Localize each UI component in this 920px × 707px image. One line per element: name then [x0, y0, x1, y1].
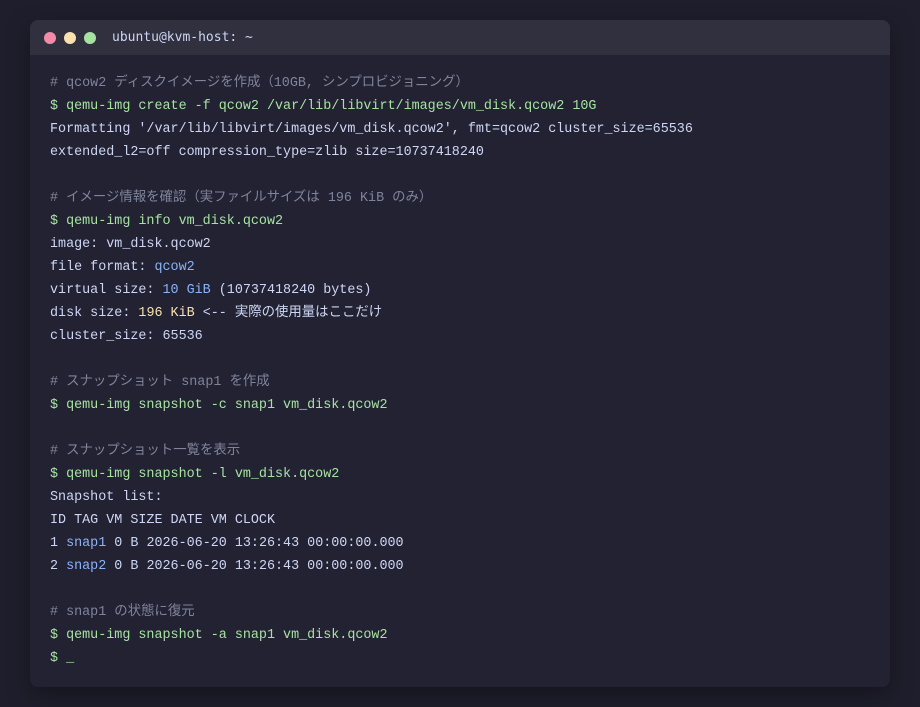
snapshot-details: 0 B 2026-06-20 13:26:43 00:00:00.000	[106, 536, 404, 551]
output-line: image: vm_disk.qcow2	[50, 237, 211, 252]
snapshot-id: 1	[50, 536, 67, 551]
terminal-output[interactable]: # qcow2 ディスクイメージを作成（10GB, シンプロビジョニング） $ …	[30, 55, 890, 670]
maximize-window-button[interactable]	[84, 31, 96, 44]
output-line: virtual size: 10 GiB (10737418240 bytes)	[50, 279, 870, 302]
snapshot-row: 1 snap1 0 B 2026-06-20 13:26:43 00:00:00…	[50, 532, 870, 555]
command-line: $ qemu-img snapshot -l vm_disk.qcow2	[50, 467, 340, 482]
disk-size-value: 196 KiB	[138, 306, 195, 321]
command-line: $ qemu-img create -f qcow2 /var/lib/libv…	[50, 99, 597, 114]
terminal-window: ubuntu@kvm-host: ~ # qcow2 ディスクイメージを作成（1…	[30, 20, 890, 687]
comment-line: # snap1 の状態に復元	[50, 605, 195, 620]
snapshot-row: 2 snap2 0 B 2026-06-20 13:26:43 00:00:00…	[50, 555, 870, 578]
prompt-cursor-line[interactable]: $ _	[50, 647, 870, 670]
output-line: ID TAG VM SIZE DATE VM CLOCK	[50, 513, 275, 528]
comment-line: # スナップショット snap1 を作成	[50, 375, 270, 390]
close-window-button[interactable]	[44, 31, 56, 44]
output-text: <-- 実際の使用量はここだけ	[194, 306, 383, 321]
title-bar: ubuntu@kvm-host: ~	[30, 20, 890, 55]
virtual-size-value: 10 GiB	[162, 283, 211, 298]
command-line: $ qemu-img snapshot -c snap1 vm_disk.qco…	[50, 398, 388, 413]
command-line: $ qemu-img snapshot -a snap1 vm_disk.qco…	[50, 628, 388, 643]
minimize-window-button[interactable]	[64, 31, 76, 44]
window-title: ubuntu@kvm-host: ~	[112, 30, 253, 45]
output-line: cluster_size: 65536	[50, 329, 203, 344]
output-text: (10737418240 bytes)	[210, 283, 372, 298]
comment-line: # スナップショット一覧を表示	[50, 444, 241, 459]
output-label: file format:	[50, 260, 155, 275]
snapshot-tag: snap1	[66, 536, 107, 551]
snapshot-id: 2	[50, 559, 67, 574]
comment-line: # イメージ情報を確認（実ファイルサイズは 196 KiB のみ）	[50, 191, 433, 206]
output-label: virtual size:	[50, 283, 163, 298]
comment-line: # qcow2 ディスクイメージを作成（10GB, シンプロビジョニング）	[50, 76, 469, 91]
format-value: qcow2	[154, 260, 195, 275]
snapshot-tag: snap2	[66, 559, 107, 574]
snapshot-details: 0 B 2026-06-20 13:26:43 00:00:00.000	[106, 559, 404, 574]
output-line: extended_l2=off compression_type=zlib si…	[50, 145, 484, 160]
output-label: disk size:	[50, 306, 139, 321]
output-line: file format: qcow2	[50, 256, 870, 279]
output-line: Formatting '/var/lib/libvirt/images/vm_d…	[50, 122, 693, 137]
output-line: Snapshot list:	[50, 490, 163, 505]
output-line: disk size: 196 KiB <-- 実際の使用量はここだけ	[50, 302, 870, 325]
command-line: $ qemu-img info vm_disk.qcow2	[50, 214, 284, 229]
